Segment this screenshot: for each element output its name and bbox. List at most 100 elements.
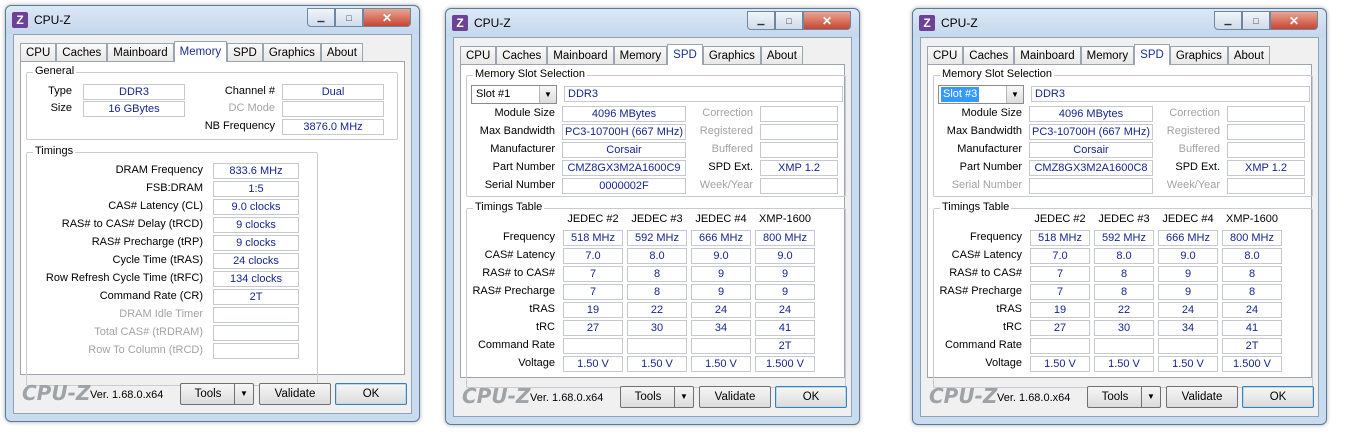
module-size-label: Module Size — [961, 107, 1022, 119]
timings-cell: 7 — [563, 266, 623, 282]
timings-cell: 1.50 V — [1094, 356, 1154, 372]
maximize-button[interactable]: □ — [775, 11, 803, 30]
validate-button[interactable]: Validate — [699, 386, 771, 408]
ok-button[interactable]: OK — [335, 383, 407, 405]
minimize-button[interactable]: ▁ — [747, 11, 775, 30]
timings-cell: 666 MHz — [1158, 230, 1218, 246]
timings-cell — [691, 338, 751, 354]
timings-cell: 22 — [1094, 302, 1154, 318]
slot-select[interactable]: Slot #1 ▼ — [471, 85, 557, 104]
spd-panel: Memory Slot Selection Slot #1 ▼ DDR3 Module … — [460, 64, 846, 388]
tab-caches[interactable]: Caches — [963, 46, 1015, 65]
timings-column-header: XMP-1600 — [1226, 213, 1278, 225]
timing-label: Row To Column (tRCD) — [88, 344, 203, 356]
memory-slot-selection-group: Memory Slot Selection Slot #1 ▼ DDR3 Module … — [466, 68, 846, 197]
tab-caches[interactable]: Caches — [496, 46, 548, 65]
timings-cell: 27 — [563, 320, 623, 336]
tab-graphics[interactable]: Graphics — [702, 46, 761, 65]
title-bar[interactable]: Z CPU-Z ▁ □ ✕ — [913, 9, 1326, 37]
close-button[interactable]: ✕ — [363, 8, 411, 27]
timings-row-label: RAS# Precharge — [939, 285, 1022, 297]
tab-graphics[interactable]: Graphics — [262, 43, 321, 62]
tab-mainboard[interactable]: Mainboard — [107, 43, 174, 62]
timings-cell: 8 — [1222, 266, 1282, 282]
tab-mainboard[interactable]: Mainboard — [547, 46, 614, 65]
timings-cell: 592 MHz — [627, 230, 687, 246]
timings-row-label: tRC — [1003, 321, 1022, 333]
tab-memory[interactable]: Memory — [613, 46, 668, 65]
validate-button[interactable]: Validate — [259, 383, 331, 405]
timings-table-group: Timings Table JEDEC #2 JEDEC #3 JEDEC #4 XMP… — [466, 201, 846, 388]
timings-cell: 7 — [563, 284, 623, 300]
tab-mainboard[interactable]: Mainboard — [1014, 46, 1081, 65]
registered-label: Registered — [1166, 125, 1220, 137]
maximize-button[interactable]: □ — [1242, 11, 1270, 30]
tab-spd[interactable]: SPD — [227, 43, 263, 62]
timings-cell: 800 MHz — [1222, 230, 1282, 246]
tab-graphics[interactable]: Graphics — [1169, 46, 1228, 65]
title-bar[interactable]: Z CPU-Z ▁ □ ✕ — [6, 6, 419, 34]
tab-about[interactable]: About — [760, 46, 803, 65]
spd-ext-label: SPD Ext. — [708, 161, 753, 173]
general-group: General Type DDR3 Size 16 GBytes Channel… — [26, 65, 398, 140]
window-client: CPU Caches Mainboard Memory SPD Graphics About… — [13, 34, 412, 414]
timings-cell: 19 — [1030, 302, 1090, 318]
chevron-down-icon[interactable]: ▼ — [1006, 86, 1023, 103]
timings-cell: 7 — [1030, 284, 1090, 300]
tab-cpu[interactable]: CPU — [927, 46, 964, 65]
minimize-button[interactable]: ▁ — [1214, 11, 1242, 30]
timings-cell — [1158, 338, 1218, 354]
cpuz-logo-icon: Z — [12, 12, 28, 28]
buffered-value — [1227, 142, 1305, 158]
validate-button[interactable]: Validate — [1166, 386, 1238, 408]
timings-cell: 1.50 V — [627, 356, 687, 372]
version-label: Ver. 1.68.0.x64 — [997, 392, 1071, 404]
timings-cell: 592 MHz — [1094, 230, 1154, 246]
timings-row-label: RAS# to CAS# — [482, 267, 555, 279]
timings-row-label: Frequency — [970, 231, 1022, 243]
week-year-label: Week/Year — [699, 179, 753, 191]
timings-cell: 9.0 — [691, 248, 751, 264]
tab-cpu[interactable]: CPU — [460, 46, 497, 65]
week-year-value — [760, 178, 838, 194]
tab-memory[interactable]: Memory — [1080, 46, 1135, 65]
tab-spd[interactable]: SPD — [667, 44, 703, 65]
timings-column-header: XMP-1600 — [759, 213, 811, 225]
tab-about[interactable]: About — [320, 43, 363, 62]
maximize-button[interactable]: □ — [335, 8, 363, 27]
timings-cell: 9 — [691, 266, 751, 282]
tools-dropdown-arrow-icon[interactable]: ▼ — [674, 387, 693, 407]
tab-spd[interactable]: SPD — [1134, 44, 1170, 65]
tools-button[interactable]: Tools ▼ — [1087, 386, 1161, 408]
chevron-down-icon[interactable]: ▼ — [539, 86, 556, 103]
slot-select[interactable]: Slot #3 ▼ — [938, 85, 1024, 104]
minimize-button[interactable]: ▁ — [307, 8, 335, 27]
timings-cell: 41 — [1222, 320, 1282, 336]
footer-bar: CPU-Z Ver. 1.68.0.x64 Tools ▼ Validate O… — [921, 380, 1318, 416]
version-label: Ver. 1.68.0.x64 — [90, 389, 164, 401]
tools-dropdown-arrow-icon[interactable]: ▼ — [234, 384, 253, 404]
correction-value — [760, 106, 838, 122]
tab-caches[interactable]: Caches — [56, 43, 108, 62]
timings-cell: 9 — [1158, 284, 1218, 300]
close-button[interactable]: ✕ — [1270, 11, 1318, 30]
timings-column-header: JEDEC #4 — [695, 213, 747, 225]
ok-button[interactable]: OK — [1242, 386, 1314, 408]
timings-cell: 7 — [1030, 266, 1090, 282]
timings-cell — [1030, 338, 1090, 354]
size-label: Size — [50, 102, 72, 114]
tools-button[interactable]: Tools ▼ — [180, 383, 254, 405]
tab-cpu[interactable]: CPU — [20, 43, 57, 62]
tools-button[interactable]: Tools ▼ — [620, 386, 694, 408]
module-size-value: 4096 MBytes — [562, 106, 686, 122]
close-button[interactable]: ✕ — [803, 11, 851, 30]
timings-column-header: JEDEC #2 — [567, 213, 619, 225]
tab-about[interactable]: About — [1227, 46, 1270, 65]
tab-memory[interactable]: Memory — [173, 41, 228, 62]
channel-label: Channel # — [224, 85, 275, 97]
ok-button[interactable]: OK — [775, 386, 847, 408]
tools-dropdown-arrow-icon[interactable]: ▼ — [1141, 387, 1160, 407]
timings-cell — [1094, 338, 1154, 354]
tab-strip: CPU Caches Mainboard Memory SPD Graphics About — [927, 44, 1270, 65]
title-bar[interactable]: Z CPU-Z ▁ □ ✕ — [446, 9, 859, 37]
